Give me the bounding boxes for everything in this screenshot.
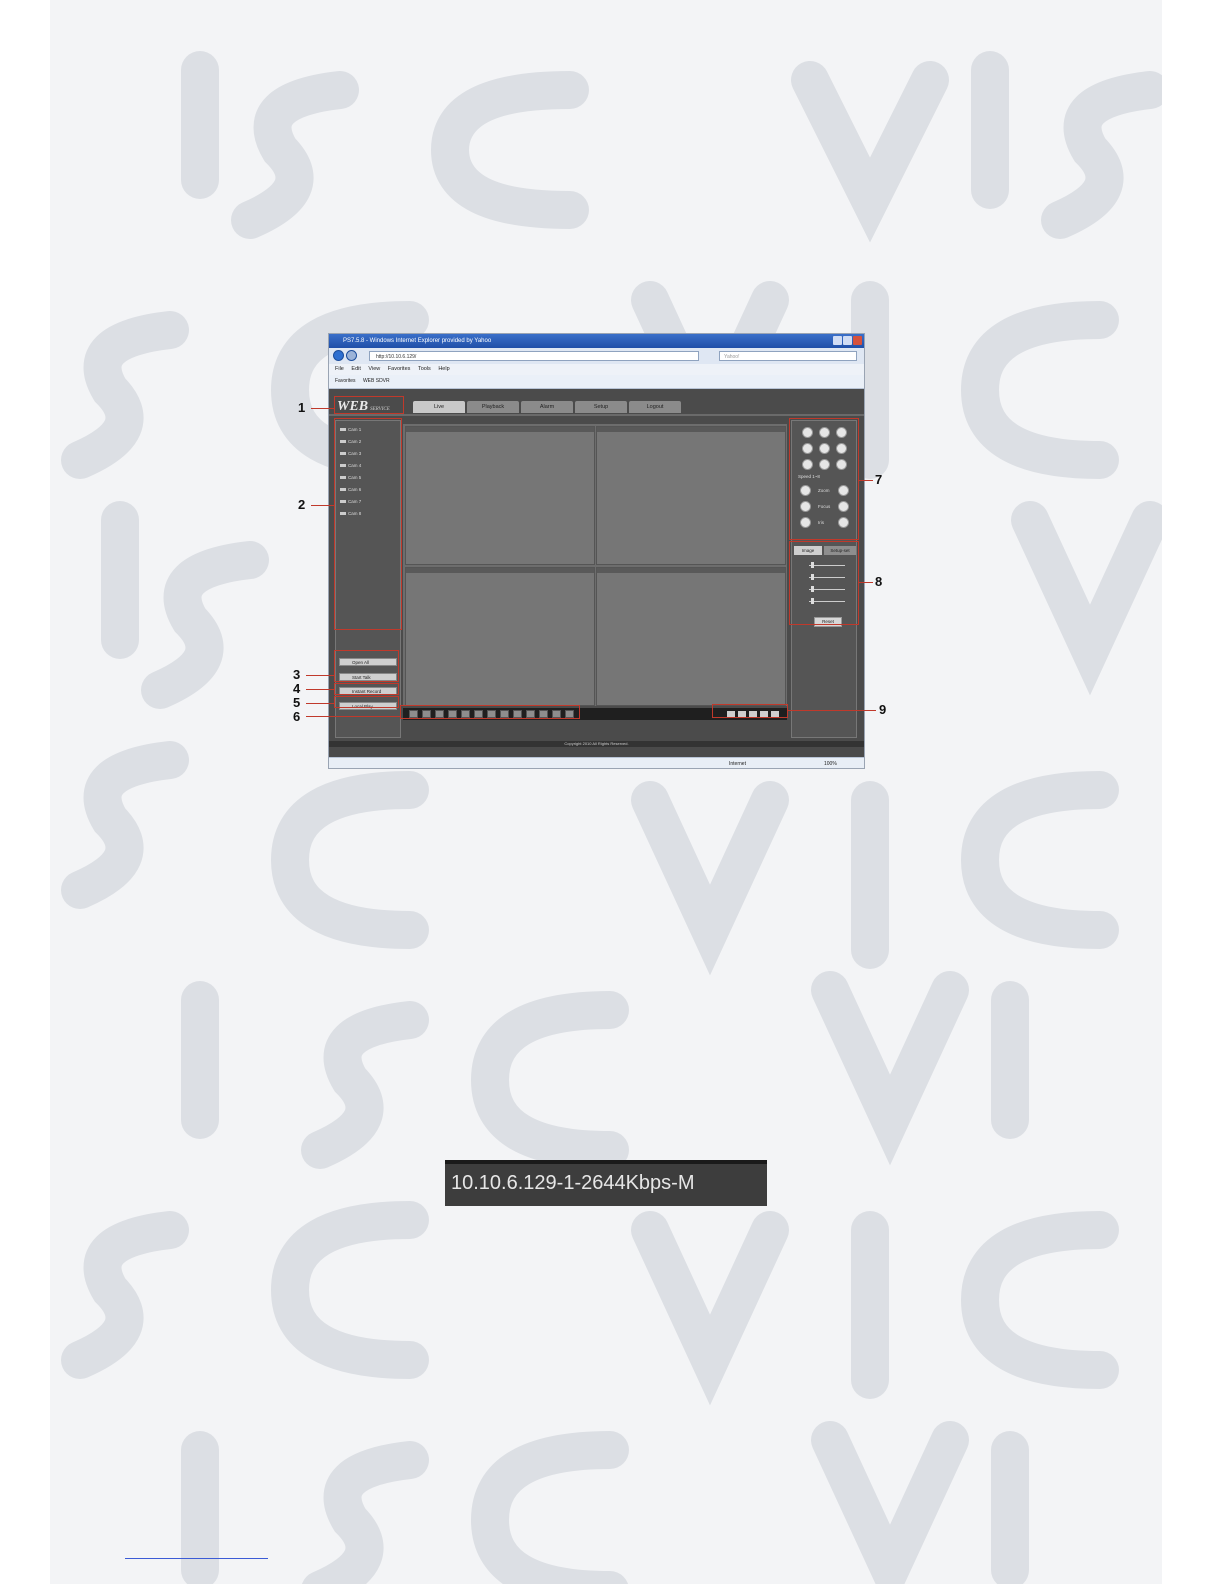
main-tabs: Live Playback Alarm Setup Logout [413,401,681,413]
callout-line [306,703,335,704]
callout-3: 3 [293,667,301,682]
address-bar: http://10.10.6.129/ Yahoo! [329,348,864,364]
tab-setup[interactable]: Setup [575,401,627,413]
favorites-button[interactable]: Favorites [335,378,356,384]
highlight-box [334,683,399,695]
footnote-line [125,1558,268,1559]
video-status-bar-image: 10.10.6.129-1-2644Kbps-M [445,1160,767,1206]
callout-5: 5 [293,695,301,710]
search-input[interactable]: Yahoo! [719,351,857,361]
menu-tools[interactable]: Tools [418,366,431,372]
video-window[interactable] [596,567,786,706]
callout-1: 1 [298,400,306,415]
watermark-background [50,0,1162,1584]
close-icon[interactable] [853,336,862,345]
window-controls [833,336,862,345]
highlight-box [712,704,788,718]
callout-line [311,505,335,506]
callout-line [859,582,873,583]
callout-line [311,408,335,409]
maximize-icon[interactable] [843,336,852,345]
callout-line [306,689,335,690]
highlight-box [334,650,399,682]
highlight-box [334,418,402,630]
video-window[interactable] [405,426,595,565]
highlight-box [334,696,399,708]
menu-file[interactable]: File [335,366,344,372]
menu-favorites[interactable]: Favorites [388,366,411,372]
tab-logout[interactable]: Logout [629,401,681,413]
tab-divider [329,414,864,416]
favorites-bar: Favorites WEB SDVR [329,375,864,389]
back-icon[interactable] [333,350,344,361]
callout-line [788,710,876,711]
video-window[interactable] [596,426,786,565]
video-window[interactable] [405,567,595,706]
web-page: WEB SERVICE Live Playback Alarm Setup Log… [329,389,864,747]
stream-info-text: 10.10.6.129-1-2644Kbps-M [451,1172,695,1194]
callout-line [306,716,401,717]
zone-status: Internet [729,761,746,767]
copyright-footer: Copyright 2010 All Rights Reserved. [329,741,864,747]
browser-status-bar: Internet 100% [329,757,864,768]
highlight-box [789,541,859,625]
forward-icon[interactable] [346,350,357,361]
favorite-web-sdvr[interactable]: WEB SDVR [363,378,390,384]
highlight-box [789,418,859,540]
callout-line [859,480,873,481]
callout-line [306,675,335,676]
browser-title-bar: PS7.5.8 - Windows Internet Explorer prov… [329,334,864,348]
menu-view[interactable]: View [368,366,380,372]
minimize-icon[interactable] [833,336,842,345]
browser-title: PS7.5.8 - Windows Internet Explorer prov… [343,338,492,344]
callout-9: 9 [879,702,887,717]
tab-playback[interactable]: Playback [467,401,519,413]
tab-alarm[interactable]: Alarm [521,401,573,413]
video-grid [403,424,787,706]
url-input[interactable]: http://10.10.6.129/ [369,351,699,361]
zoom-level[interactable]: 100% [824,758,837,768]
highlight-box [400,705,580,719]
callout-8: 8 [875,574,883,589]
callout-4: 4 [293,681,301,696]
tab-live[interactable]: Live [413,401,465,413]
menu-edit[interactable]: Edit [351,366,360,372]
menu-help[interactable]: Help [438,366,449,372]
menu-bar: File Edit View Favorites Tools Help [329,364,864,375]
callout-7: 7 [875,472,883,487]
callout-6: 6 [293,709,301,724]
callout-2: 2 [298,497,306,512]
highlight-box [334,396,404,414]
